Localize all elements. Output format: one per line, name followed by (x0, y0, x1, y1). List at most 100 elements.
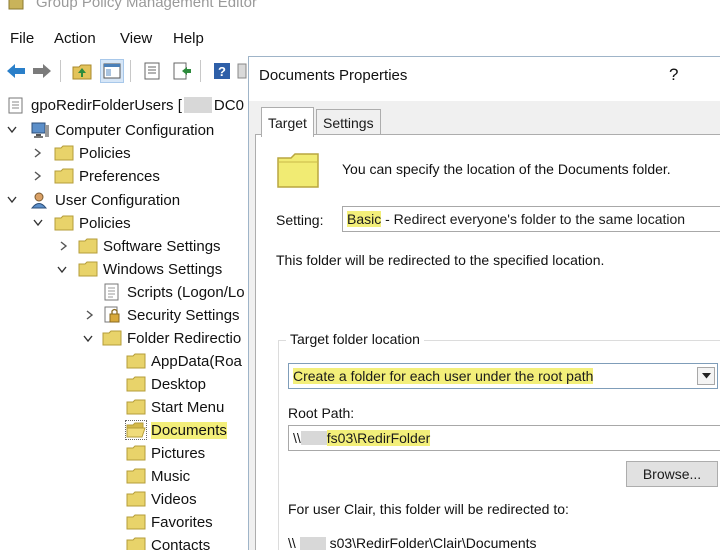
filter-icon[interactable] (236, 59, 248, 83)
tree-node-folder-appdata[interactable]: AppData(Roa (126, 350, 242, 372)
tree-root-label: gpoRedirFolderUsers [ (31, 96, 182, 114)
chevron-down-icon[interactable] (56, 263, 68, 277)
tree-node-folder-contacts[interactable]: Contacts (126, 534, 210, 550)
info-text: This folder will be redirected to the sp… (276, 252, 605, 268)
toolbar-separator (130, 60, 131, 82)
tree-node-windows-settings[interactable]: Windows Settings (78, 258, 222, 280)
chevron-right-icon[interactable] (32, 169, 44, 183)
folder-icon (126, 468, 146, 484)
setting-value-highlight: Basic (347, 211, 382, 227)
tree-node-folder-documents[interactable]: Documents (125, 419, 227, 441)
chevron-down-icon[interactable] (82, 332, 94, 346)
tree-node-folder-pictures[interactable]: Pictures (126, 442, 205, 464)
redacted-area (183, 97, 212, 113)
browse-button[interactable]: Browse... (626, 461, 718, 487)
tree-node-folder-redirection[interactable]: Folder Redirectio (102, 327, 241, 349)
help-icon[interactable]: ? (210, 59, 234, 83)
tree-label: AppData(Roa (151, 352, 242, 370)
tree-label: Start Menu (151, 398, 225, 416)
forward-arrow-icon[interactable] (30, 59, 54, 83)
folder-icon (126, 537, 146, 550)
chevron-down-icon[interactable] (697, 367, 715, 385)
security-settings-icon (104, 306, 120, 323)
tree-label: Documents (151, 421, 227, 439)
setting-dropdown[interactable]: Basic - Redirect everyone's folder to th… (342, 206, 720, 232)
folder-icon (54, 168, 74, 184)
tree-node-software-settings[interactable]: Software Settings (78, 235, 221, 257)
menu-view[interactable]: View (120, 30, 152, 47)
dialog-title: Documents Properties (259, 67, 408, 84)
redacted-area (299, 537, 326, 550)
help-icon[interactable]: ? (669, 65, 678, 85)
export-list-icon[interactable] (170, 59, 194, 83)
tree-node-security-settings[interactable]: Security Settings (102, 304, 240, 326)
folder-icon (102, 330, 122, 346)
window-title: Group Policy Management Editor (36, 0, 257, 11)
back-arrow-icon[interactable] (4, 59, 28, 83)
redirect-info-text: For user Clair, this folder will be redi… (288, 501, 569, 517)
chevron-down-icon[interactable] (32, 216, 44, 230)
properties-icon[interactable] (140, 59, 164, 83)
target-group-label: Target folder location (286, 331, 424, 347)
tree-label: Software Settings (103, 237, 221, 255)
tree-node-folder-start-menu[interactable]: Start Menu (126, 396, 224, 418)
up-folder-icon[interactable] (70, 59, 94, 83)
tree-node-cc-policies[interactable]: Policies (54, 142, 131, 164)
tab-target[interactable]: Target (261, 107, 314, 137)
folder-icon (78, 261, 98, 277)
tree-node-folder-desktop[interactable]: Desktop (126, 373, 206, 395)
show-hide-tree-icon[interactable] (100, 59, 124, 83)
tree-node-folder-favorites[interactable]: Favorites (126, 511, 213, 533)
chevron-right-icon[interactable] (32, 146, 44, 160)
script-document-icon (104, 283, 119, 301)
tree-node-root-gpo[interactable]: gpoRedirFolderUsers [ DC0 (6, 94, 244, 116)
documents-properties-dialog: Documents Properties ? Target Settings Y… (248, 56, 720, 550)
tree-label: Policies (79, 144, 131, 162)
setting-value: - Redirect everyone's folder to the same… (381, 211, 686, 227)
folder-icon (126, 445, 146, 461)
chevron-right-icon[interactable] (84, 308, 96, 322)
tree-node-folder-videos[interactable]: Videos (126, 488, 197, 510)
description-text: You can specify the location of the Docu… (342, 161, 671, 177)
tree-label: Policies (79, 214, 131, 232)
folder-icon (126, 353, 146, 369)
tree-node-user-configuration[interactable]: User Configuration (30, 189, 180, 211)
computer-icon (31, 122, 49, 138)
menu-action[interactable]: Action (54, 30, 96, 47)
toolbar-separator (60, 60, 61, 82)
target-tab-panel: You can specify the location of the Docu… (255, 134, 720, 550)
tree-node-scripts[interactable]: Scripts (Logon/Lo (102, 281, 245, 303)
result-prefix: \\ (288, 535, 296, 550)
app-icon (8, 0, 24, 10)
open-folder-icon (125, 420, 147, 440)
dialog-body: Target Settings You can specify the loca… (249, 101, 720, 550)
navigation-tree: gpoRedirFolderUsers [ DC0 Computer Confi… (0, 92, 248, 550)
folder-icon (126, 491, 146, 507)
tree-label: Computer Configuration (55, 121, 215, 139)
chevron-right-icon[interactable] (58, 239, 70, 253)
menu-help[interactable]: Help (173, 30, 204, 47)
toolbar-separator (200, 60, 201, 82)
chevron-down-icon[interactable] (6, 193, 18, 207)
tree-node-computer-configuration[interactable]: Computer Configuration (30, 119, 214, 141)
tree-label: Security Settings (127, 306, 240, 324)
redacted-area (300, 431, 327, 445)
user-icon (30, 192, 48, 209)
target-folder-dropdown[interactable]: Create a folder for each user under the … (288, 363, 718, 389)
tree-node-folder-music[interactable]: Music (126, 465, 190, 487)
folder-icon (126, 399, 146, 415)
tree-node-cc-preferences[interactable]: Preferences (54, 165, 160, 187)
folder-icon (54, 145, 74, 161)
menu-file[interactable]: File (10, 30, 34, 47)
redirect-result-path: \\ s03\RedirFolder\Clair\Documents (288, 535, 537, 550)
root-path-label: Root Path: (288, 405, 355, 421)
root-path-value: fs03\RedirFolder (326, 430, 431, 446)
tab-settings[interactable]: Settings (316, 109, 381, 135)
tree-node-uc-policies[interactable]: Policies (54, 212, 131, 234)
chevron-down-icon[interactable] (6, 123, 18, 137)
setting-label: Setting: (276, 212, 324, 228)
root-path-input[interactable]: \\ fs03\RedirFolder (288, 425, 720, 451)
tree-label: Contacts (151, 536, 211, 550)
policy-scroll-icon (8, 97, 23, 114)
tree-label: Favorites (151, 513, 213, 531)
